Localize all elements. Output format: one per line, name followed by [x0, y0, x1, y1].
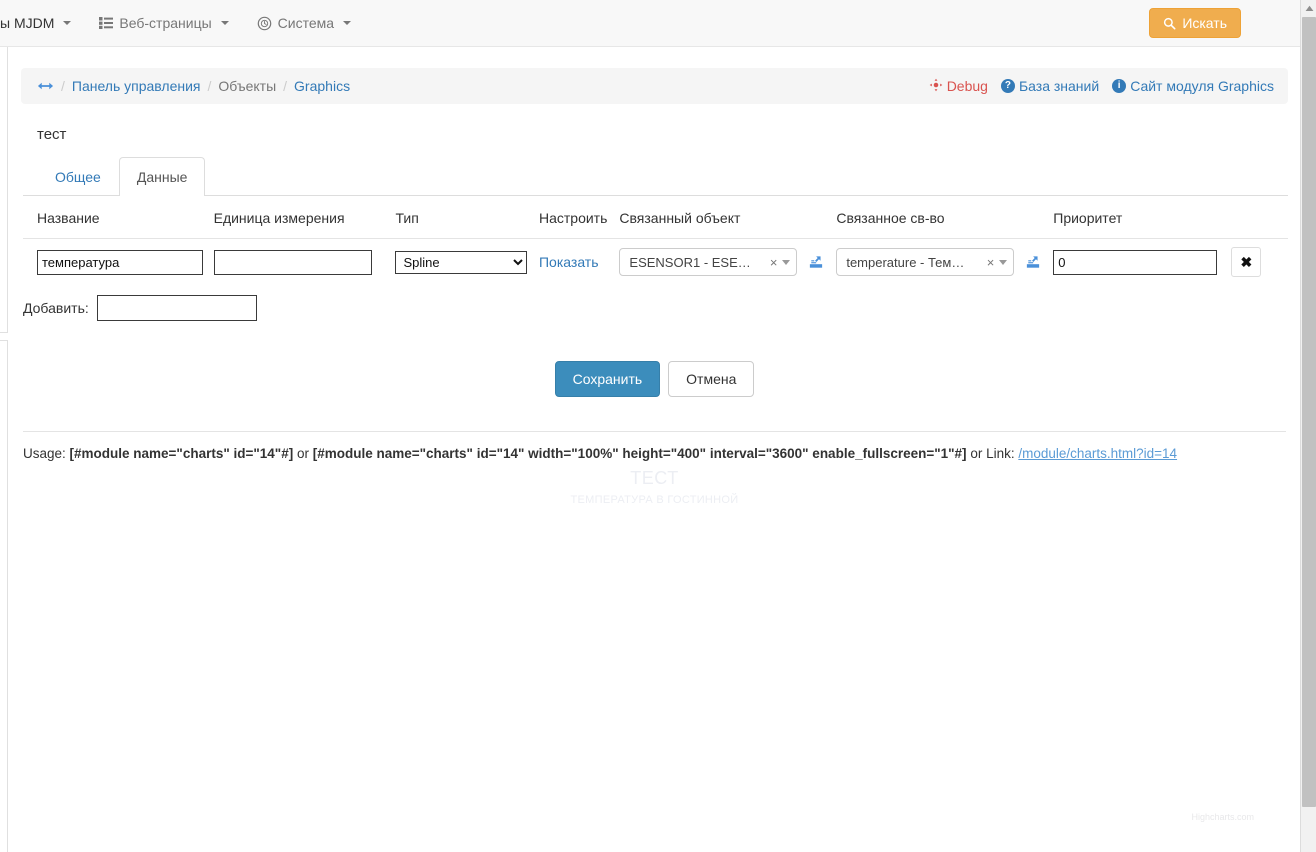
clear-icon[interactable]: × [770, 255, 778, 270]
search-icon [1163, 17, 1176, 30]
debug-icon [929, 78, 943, 95]
debug-label: Debug [947, 78, 988, 94]
knowledge-base-label: База знаний [1019, 78, 1099, 94]
search-button-label: Искать [1182, 16, 1227, 30]
series-unit-input[interactable] [214, 250, 372, 275]
add-series-input[interactable] [97, 295, 257, 321]
form-actions: Сохранить Отмена [9, 361, 1300, 397]
knowledge-base-link[interactable]: ? База знаний [1001, 78, 1099, 94]
delete-row-button[interactable]: ✖ [1231, 247, 1261, 277]
chart-credit[interactable]: Highcharts.com [1191, 812, 1254, 822]
chart-preview-area: ТЕСТ ТЕМПЕРАТУРА В ГОСТИННОЙ Highcharts.… [9, 420, 1300, 840]
list-icon [99, 16, 113, 30]
nav-item-webpages[interactable]: Веб-страницы [85, 0, 242, 46]
series-type-select[interactable]: Spline [395, 251, 527, 274]
linked-object-select[interactable]: ESENSOR1 - ESENSO... × [619, 248, 797, 276]
chevron-down-icon[interactable] [999, 260, 1007, 265]
linked-property-controls: × [987, 255, 1008, 270]
cell-linked-property: temperature - Темпера... × [836, 239, 1053, 286]
content-area: / Панель управления / Объекты / Graphics [9, 47, 1300, 461]
external-link-icon[interactable] [1026, 255, 1040, 269]
page-scrollbar[interactable] [1300, 0, 1316, 852]
table-body: Spline Показать ESENSOR1 - ESENSO... × [23, 239, 1288, 286]
col-header-unit: Единица измерения [214, 196, 396, 239]
col-header-linked-object: Связанный объект [619, 196, 836, 239]
search-button[interactable]: Искать [1149, 8, 1241, 38]
cell-name [23, 239, 214, 286]
cell-unit [214, 239, 396, 286]
external-link-icon[interactable] [809, 255, 823, 269]
cell-configure: Показать [539, 239, 619, 286]
table-head: Название Единица измерения Тип Настроить… [23, 196, 1288, 239]
cell-linked-object: ESENSOR1 - ESENSO... × [619, 239, 836, 286]
module-site-label: Сайт модуля Graphics [1130, 78, 1274, 94]
linked-property-select[interactable]: temperature - Темпера... × [836, 248, 1014, 276]
scroll-up-arrow[interactable] [1301, 0, 1316, 17]
configure-show-link[interactable]: Показать [539, 254, 599, 270]
info-circle-icon: i [1112, 79, 1126, 93]
breadcrumb: / Панель управления / Объекты / Graphics [21, 68, 1288, 104]
add-series-label: Добавить: [23, 300, 89, 316]
breadcrumb-separator: / [61, 78, 65, 94]
breadcrumb-items: / Панель управления / Объекты / Graphics [37, 78, 350, 94]
nav-item-system[interactable]: Система [243, 0, 365, 46]
table-header-row: Название Единица измерения Тип Настроить… [23, 196, 1288, 239]
col-header-type: Тип [395, 196, 539, 239]
col-header-linked-property: Связанное св-во [836, 196, 1053, 239]
col-header-actions [1231, 196, 1288, 239]
chart-subtitle: ТЕМПЕРАТУРА В ГОСТИННОЙ [9, 494, 1300, 506]
breadcrumb-item-graphics[interactable]: Graphics [294, 78, 350, 94]
nav-item-system-label: Система [278, 15, 334, 31]
cancel-button[interactable]: Отмена [668, 361, 754, 397]
tab-bar: Общее Данные [23, 157, 1288, 196]
cell-type: Spline [395, 239, 539, 286]
debug-link[interactable]: Debug [929, 78, 988, 95]
linked-object-value: ESENSOR1 - ESENSO... [629, 255, 753, 270]
module-site-link[interactable]: i Сайт модуля Graphics [1112, 78, 1274, 94]
series-priority-input[interactable] [1053, 250, 1217, 275]
scrollbar-thumb[interactable] [1302, 17, 1316, 807]
chevron-down-icon[interactable] [782, 260, 790, 265]
top-navbar: ы MJDM Веб-страницы [0, 0, 1300, 47]
table-row: Spline Показать ESENSOR1 - ESENSO... × [23, 239, 1288, 286]
nav-item-webpages-label: Веб-страницы [119, 15, 211, 31]
linked-object-controls: × [770, 255, 791, 270]
chevron-down-icon [221, 21, 229, 25]
app-root: ы MJDM Веб-страницы [0, 0, 1316, 852]
breadcrumb-separator: / [208, 78, 212, 94]
add-series-row: Добавить: [23, 295, 1300, 321]
cell-priority [1053, 239, 1231, 286]
clear-icon[interactable]: × [987, 255, 995, 270]
nav-item-mjdm[interactable]: ы MJDM [0, 0, 85, 46]
cell-actions: ✖ [1231, 239, 1288, 286]
breadcrumb-item-objects: Объекты [218, 78, 276, 94]
sidebar-panel-top [0, 47, 8, 333]
sidebar-panel-bottom [0, 340, 8, 852]
question-circle-icon: ? [1001, 79, 1015, 93]
chevron-down-icon [343, 21, 351, 25]
series-name-input[interactable] [37, 250, 203, 275]
tab-general[interactable]: Общее [37, 157, 119, 196]
linked-property-value: temperature - Темпера... [846, 255, 970, 270]
breadcrumb-separator: / [283, 78, 287, 94]
breadcrumb-tools: Debug ? База знаний i Сайт модуля Graphi… [929, 68, 1274, 104]
col-header-configure: Настроить [539, 196, 619, 239]
col-header-name: Название [23, 196, 214, 239]
col-header-priority: Приоритет [1053, 196, 1231, 239]
nav-items: ы MJDM Веб-страницы [0, 0, 1300, 46]
page-title: тест [37, 126, 1300, 143]
tab-data[interactable]: Данные [119, 157, 206, 196]
chart-title: ТЕСТ [9, 468, 1300, 489]
nav-item-mjdm-label: ы MJDM [0, 15, 54, 31]
save-button[interactable]: Сохранить [555, 361, 661, 397]
breadcrumb-item-dashboard[interactable]: Панель управления [72, 78, 201, 94]
close-icon: ✖ [1241, 254, 1253, 271]
arrows-icon[interactable] [37, 80, 54, 92]
chevron-down-icon [63, 21, 71, 25]
clock-icon [257, 16, 272, 31]
data-series-table: Название Единица измерения Тип Настроить… [23, 196, 1288, 285]
